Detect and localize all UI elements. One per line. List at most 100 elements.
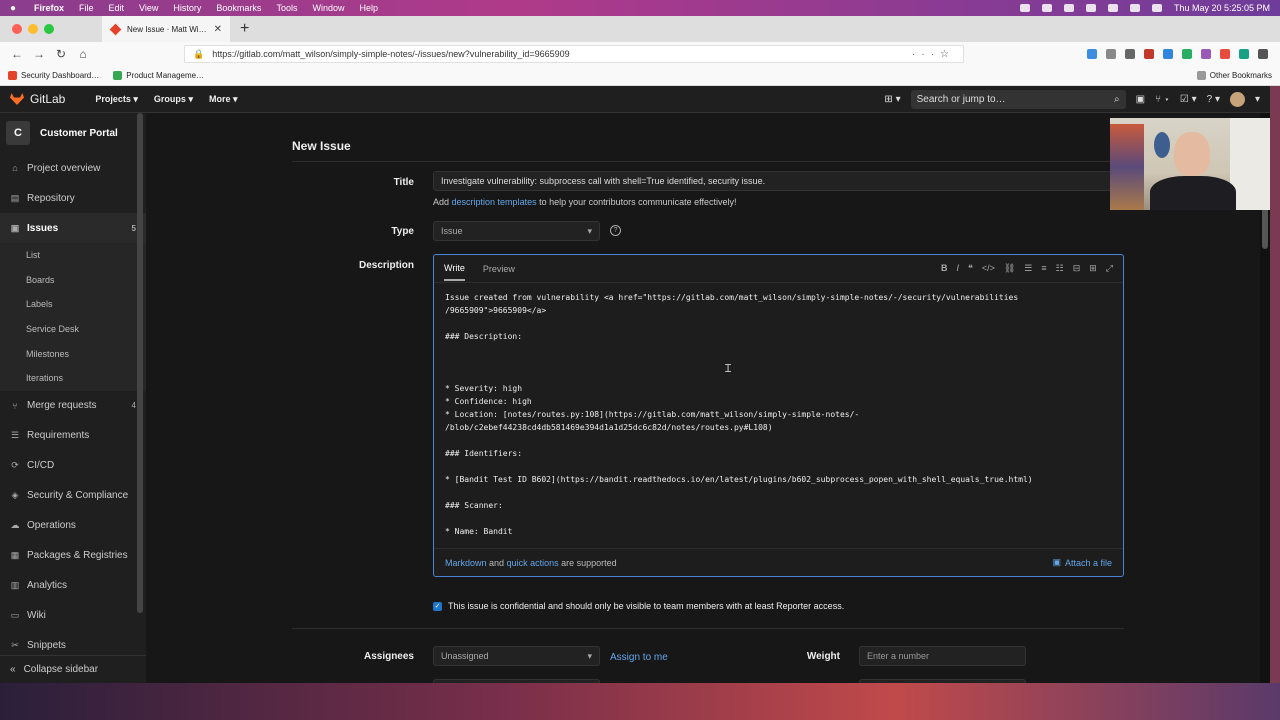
confidential-checkbox[interactable]: ✓ — [433, 601, 442, 611]
description-textarea[interactable]: Issue created from vulnerability <a href… — [434, 283, 1123, 545]
markdown-link[interactable]: Markdown — [445, 558, 487, 568]
wifi-icon[interactable] — [1129, 4, 1140, 12]
battery-icon[interactable] — [1107, 4, 1118, 12]
extension-icon[interactable] — [1239, 49, 1249, 59]
fullscreen-icon[interactable]: ⤢ — [1106, 263, 1113, 274]
library-icon[interactable] — [1106, 49, 1116, 59]
bookmark-security-dashboard[interactable]: Security Dashboard… — [8, 71, 99, 80]
other-bookmarks[interactable]: Other Bookmarks — [1196, 71, 1272, 80]
sidebar-item-repository[interactable]: ▤ Repository — [0, 183, 146, 213]
home-icon[interactable]: ⌂ — [72, 47, 94, 61]
sidebar-sub-boards[interactable]: Boards — [0, 267, 146, 293]
sidebar-item-wiki[interactable]: ▭ Wiki — [0, 601, 146, 631]
sidebar-item-operations[interactable]: ☁ Operations — [0, 511, 146, 541]
sidebar-sub-service-desk[interactable]: Service Desk — [0, 316, 146, 342]
merge-requests-header-icon[interactable]: ⑂ ▾ — [1155, 94, 1170, 105]
assignees-select[interactable]: Unassigned ▾ — [433, 646, 600, 666]
menu-help[interactable]: Help — [359, 3, 378, 13]
type-select[interactable]: Issue ▾ — [433, 221, 600, 241]
menu-bookmarks[interactable]: Bookmarks — [216, 3, 261, 13]
bullet-list-icon[interactable]: ☰ — [1024, 263, 1032, 274]
spotlight-icon[interactable] — [1151, 4, 1162, 12]
weight-input[interactable]: Enter a number — [859, 646, 1026, 666]
page-actions-icon[interactable]: ···☆ — [912, 49, 955, 60]
sidebar-item-project-overview[interactable]: ⌂ Project overview — [0, 153, 146, 183]
menu-icon[interactable] — [1258, 49, 1268, 59]
sidebar-item-cicd[interactable]: ⟳ CI/CD — [0, 451, 146, 481]
sidebar-sub-milestones[interactable]: Milestones — [0, 341, 146, 366]
sidebar-sub-labels[interactable]: Labels — [0, 292, 146, 317]
menu-history[interactable]: History — [173, 3, 201, 13]
status-icon[interactable] — [1041, 4, 1052, 12]
menu-edit[interactable]: Edit — [109, 3, 125, 13]
todo-icon[interactable]: ☑ ▾ — [1180, 94, 1197, 105]
menu-app[interactable]: Firefox — [34, 3, 64, 13]
quote-icon[interactable]: ❝ — [968, 263, 973, 274]
quick-actions-link[interactable]: quick actions — [507, 558, 559, 568]
tab-preview[interactable]: Preview — [483, 258, 515, 280]
code-icon[interactable]: </> — [982, 263, 995, 274]
chevron-down-icon[interactable]: ▾ — [1255, 94, 1260, 105]
extension-icon[interactable] — [1201, 49, 1211, 59]
sidebar-item-merge-requests[interactable]: ⑂ Merge requests 4 — [0, 391, 146, 421]
bold-icon[interactable]: B — [941, 263, 948, 274]
close-tab-icon[interactable]: ✕ — [214, 24, 222, 35]
help-icon[interactable]: ? ▾ — [1207, 94, 1220, 105]
apple-icon[interactable]: ● — [10, 3, 22, 14]
description-templates-link[interactable]: description templates — [452, 197, 537, 207]
sidebar-icon[interactable] — [1125, 49, 1135, 59]
sidebar-sub-list[interactable]: List — [0, 243, 146, 268]
sidebar-scrollbar[interactable] — [137, 113, 143, 613]
download-icon[interactable] — [1087, 49, 1097, 59]
sidebar-item-packages[interactable]: ▦ Packages & Registries — [0, 541, 146, 571]
nav-projects[interactable]: Projects ▾ — [95, 94, 138, 105]
extension-icon[interactable] — [1144, 49, 1154, 59]
sidebar-item-requirements[interactable]: ☰ Requirements — [0, 421, 146, 451]
minimize-window-icon[interactable] — [28, 24, 38, 34]
url-bar[interactable]: 🔒 https://gitlab.com/matt_wilson/simply-… — [184, 45, 964, 63]
zoom-window-icon[interactable] — [44, 24, 54, 34]
new-tab-icon[interactable]: + — [240, 20, 249, 38]
tab-write[interactable]: Write — [444, 257, 465, 281]
menubar-clock[interactable]: Thu May 20 5:25:05 PM — [1174, 3, 1270, 13]
plus-icon[interactable]: ⊞ ▾ — [884, 94, 900, 105]
extension-icon[interactable] — [1182, 49, 1192, 59]
browser-tab-active[interactable]: New Issue · Matt Wilson / Cust… ✕ — [102, 16, 230, 42]
menu-view[interactable]: View — [139, 3, 158, 13]
task-list-icon[interactable]: ☷ — [1056, 263, 1064, 274]
sidebar-sub-iterations[interactable]: Iterations — [0, 365, 146, 391]
title-input[interactable]: Investigate vulnerability: subprocess ca… — [433, 171, 1133, 191]
nav-more[interactable]: More ▾ — [209, 94, 238, 105]
menu-window[interactable]: Window — [312, 3, 344, 13]
italic-icon[interactable]: I — [956, 263, 959, 274]
search-input[interactable]: Search or jump to… ⌕ — [910, 89, 1126, 109]
confidential-label[interactable]: This issue is confidential and should on… — [448, 601, 844, 611]
status-icon[interactable] — [1063, 4, 1074, 12]
sidebar-item-security[interactable]: ◈ Security & Compliance — [0, 481, 146, 511]
link-icon[interactable]: ⛓ — [1004, 263, 1015, 274]
attach-file-button[interactable]: ▣ Attach a file — [1052, 557, 1112, 568]
collapsible-icon[interactable]: ⊟ — [1073, 263, 1081, 274]
gitlab-logo[interactable]: GitLab — [10, 92, 65, 106]
sidebar-item-analytics[interactable]: ▥ Analytics — [0, 571, 146, 601]
user-avatar[interactable] — [1229, 91, 1245, 107]
status-icon[interactable] — [1019, 4, 1030, 12]
nav-groups[interactable]: Groups ▾ — [154, 94, 193, 105]
sidebar-project-header[interactable]: C Customer Portal — [0, 113, 146, 153]
help-icon[interactable]: ? — [610, 225, 621, 236]
numbered-list-icon[interactable]: ≡ — [1041, 263, 1046, 274]
back-icon[interactable]: ← — [6, 47, 28, 61]
close-window-icon[interactable] — [12, 24, 22, 34]
menu-file[interactable]: File — [79, 3, 94, 13]
extension-icon[interactable] — [1163, 49, 1173, 59]
menu-tools[interactable]: Tools — [276, 3, 297, 13]
url-text[interactable]: https://gitlab.com/matt_wilson/simply-si… — [212, 49, 904, 59]
extension-icon[interactable] — [1220, 49, 1230, 59]
bookmark-product-management[interactable]: Product Manageme… — [113, 71, 204, 80]
table-icon[interactable]: ⊞ — [1089, 263, 1097, 274]
reload-icon[interactable]: ↻ — [50, 47, 72, 61]
forward-icon[interactable]: → — [28, 47, 50, 61]
sidebar-item-issues[interactable]: ▣ Issues 5 — [0, 213, 146, 243]
assign-to-me-link[interactable]: Assign to me — [610, 652, 668, 663]
issues-header-icon[interactable]: ▣ — [1136, 94, 1145, 105]
